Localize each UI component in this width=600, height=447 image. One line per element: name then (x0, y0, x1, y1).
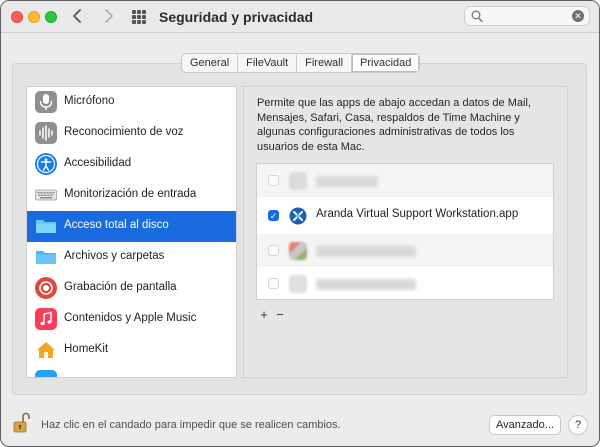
forward-button[interactable] (98, 6, 118, 26)
lock-hint: Haz clic en el candado para impedir que … (41, 419, 341, 431)
app-checkbox[interactable]: ✓ (268, 210, 279, 221)
window-title: Seguridad y privacidad (159, 9, 314, 25)
folder-icon (35, 246, 57, 268)
voice-waveform-icon (35, 122, 57, 144)
title-bar: Seguridad y privacidad ✕ (1, 1, 599, 33)
privacy-category-list[interactable]: Micrófono Reconocimiento de voz Accesibi… (26, 86, 237, 378)
remove-button[interactable]: − (272, 308, 288, 323)
list-controls: + − (256, 308, 288, 323)
advanced-button[interactable]: Avanzado... (489, 415, 561, 435)
search-field[interactable]: ✕ (464, 6, 590, 26)
home-icon (35, 339, 57, 361)
back-button[interactable] (68, 6, 88, 26)
app-list[interactable]: ✓ Aranda Virtual Support Workstation.app (256, 163, 554, 300)
app-checkbox[interactable] (268, 278, 279, 289)
unlocked-padlock-icon[interactable] (13, 412, 30, 434)
sidebar-item-label: Acceso total al disco (64, 219, 169, 231)
sidebar-item-grabacion-de-pantalla[interactable]: Grabación de pantalla (27, 273, 236, 304)
app-icon (289, 275, 307, 293)
tab-privacidad[interactable]: Privacidad (352, 54, 420, 72)
music-note-icon (35, 308, 57, 330)
minimize-button[interactable] (28, 11, 40, 23)
sidebar-item-label: Grabación de pantalla (64, 281, 177, 293)
app-checkbox[interactable] (268, 175, 279, 186)
sidebar-item-contenidos-y-apple-music[interactable]: Contenidos y Apple Music (27, 304, 236, 335)
list-item[interactable] (257, 234, 553, 267)
clear-search-icon[interactable]: ✕ (572, 10, 584, 22)
sidebar-item-accesibilidad[interactable]: Accesibilidad (27, 149, 236, 180)
show-all-grid-icon[interactable] (132, 10, 146, 24)
sidebar-item-homekit[interactable]: HomeKit (27, 335, 236, 366)
add-button[interactable]: + (256, 308, 272, 323)
tab-bar: General FileVault Firewall Privacidad (181, 53, 421, 73)
screen-record-icon (35, 277, 57, 299)
sidebar-item-partial[interactable] (27, 366, 236, 377)
sidebar-item-label: Micrófono (64, 95, 115, 107)
sidebar-item-label: Monitorización de entrada (64, 188, 197, 200)
help-button[interactable]: ? (568, 415, 588, 435)
chevron-left-icon (73, 9, 81, 23)
keyboard-icon (35, 184, 57, 206)
redacted-app-name (316, 246, 416, 257)
list-item[interactable] (257, 164, 553, 197)
tab-firewall[interactable]: Firewall (297, 54, 353, 72)
zoom-button[interactable] (45, 11, 57, 23)
app-checkbox[interactable] (268, 245, 279, 256)
list-item[interactable]: ✓ Aranda Virtual Support Workstation.app (257, 199, 553, 232)
close-button[interactable] (11, 11, 23, 23)
sidebar-item-label: Archivos y carpetas (64, 250, 165, 262)
redacted-app-name (316, 279, 416, 290)
sidebar-item-archivos-y-carpetas[interactable]: Archivos y carpetas (27, 242, 236, 273)
sidebar-item-label: Accesibilidad (64, 157, 132, 169)
sidebar-item-acceso-total-al-disco[interactable]: Acceso total al disco (27, 211, 236, 242)
search-input[interactable] (487, 8, 571, 26)
app-icon (289, 242, 307, 260)
sidebar-item-reconocimiento-de-voz[interactable]: Reconocimiento de voz (27, 118, 236, 149)
redacted-app-name (316, 176, 378, 187)
permission-description: Permite que las apps de abajo accedan a … (257, 97, 531, 153)
microphone-icon (35, 91, 57, 113)
sidebar-item-label: Contenidos y Apple Music (64, 312, 197, 324)
tab-filevault[interactable]: FileVault (238, 54, 298, 72)
sidebar-item-label: HomeKit (64, 343, 109, 355)
chevron-right-icon (105, 9, 113, 23)
tab-general[interactable]: General (182, 54, 239, 72)
list-item[interactable] (257, 267, 553, 299)
sidebar-item-monitorizacion-de-entrada[interactable]: Monitorización de entrada (27, 180, 236, 211)
accessibility-icon (35, 153, 57, 175)
aranda-app-icon (289, 207, 307, 225)
app-icon (289, 172, 307, 190)
search-icon (471, 10, 483, 23)
sidebar-item-label: Reconocimiento de voz (64, 126, 184, 138)
folder-icon (35, 215, 57, 237)
sidebar-item-microfono[interactable]: Micrófono (27, 87, 236, 118)
app-name: Aranda Virtual Support Workstation.app (316, 208, 519, 220)
partial-icon (35, 370, 57, 377)
